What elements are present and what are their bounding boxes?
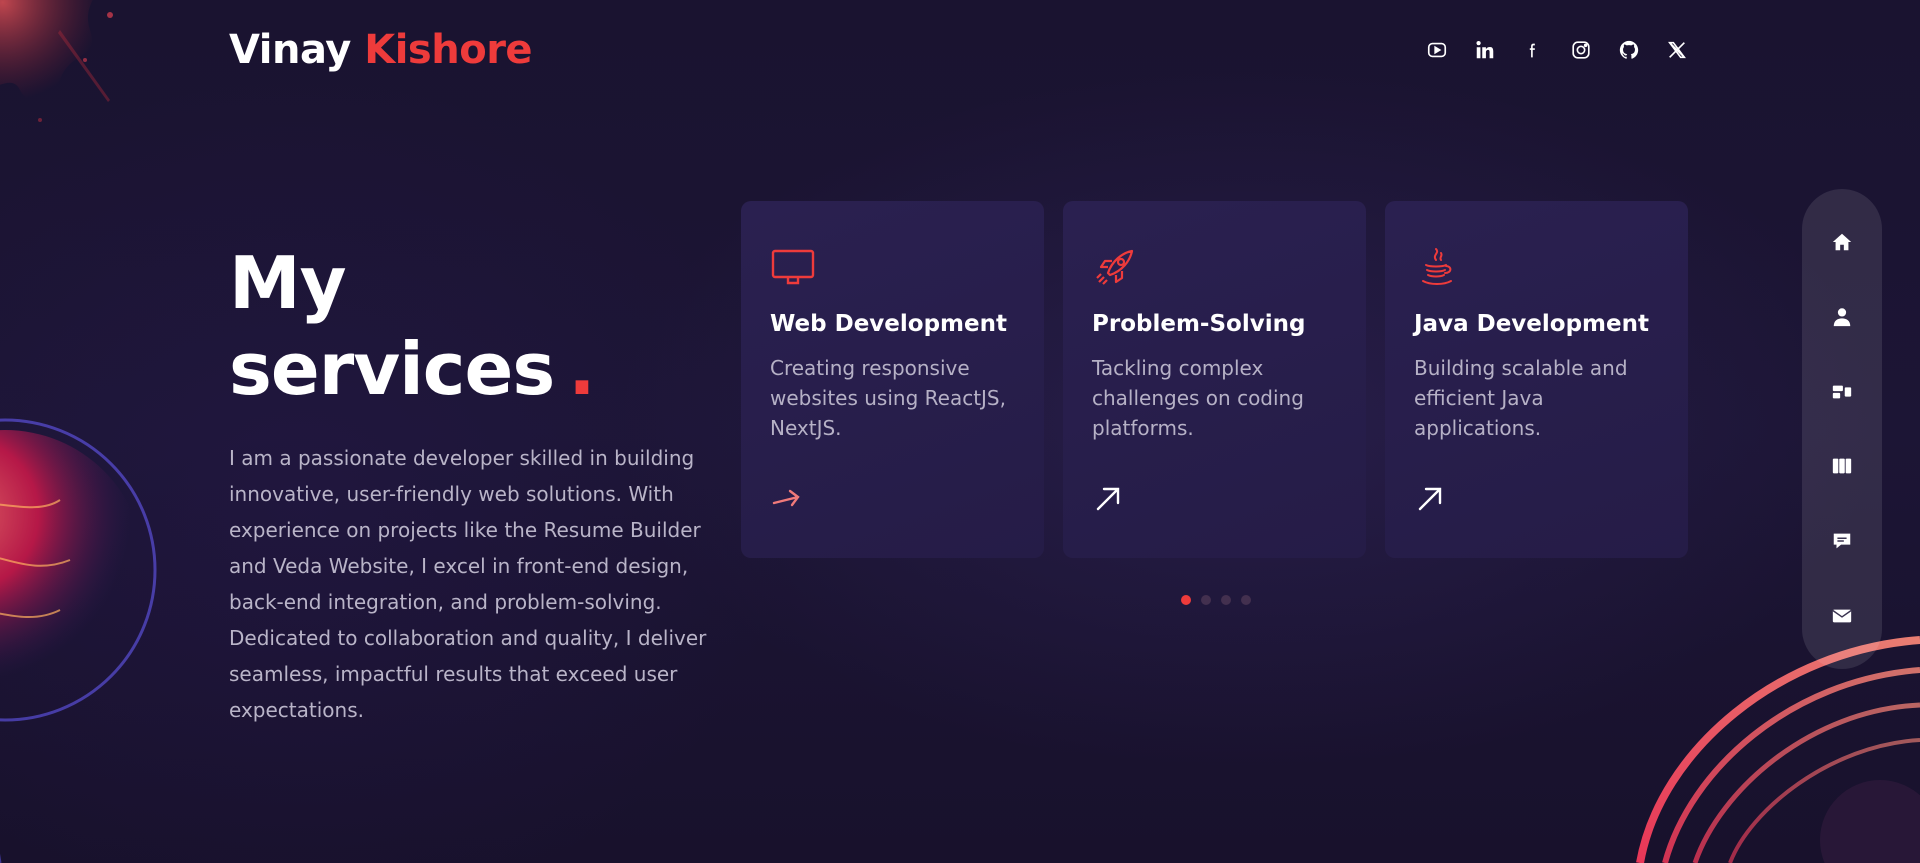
nav-projects[interactable] <box>1822 446 1862 486</box>
pagination-dot[interactable] <box>1201 595 1211 605</box>
chat-icon <box>1833 533 1851 549</box>
nav-services[interactable] <box>1822 372 1862 412</box>
service-description: Building scalable and efficient Java app… <box>1414 356 1628 440</box>
side-navigation <box>1802 189 1882 669</box>
logo-first-name: Vinay <box>229 27 351 73</box>
page: Vinay Kishore My services . I am a passi… <box>0 0 1920 863</box>
site-logo[interactable]: Vinay Kishore <box>229 27 533 73</box>
arrow-right-icon[interactable] <box>770 483 802 515</box>
pagination-dot[interactable] <box>1221 595 1231 605</box>
facebook-link[interactable] <box>1519 36 1547 64</box>
x-twitter-link[interactable] <box>1663 36 1691 64</box>
service-card-problem-solving[interactable]: Problem-Solving Tackling complex challen… <box>1063 201 1366 558</box>
nav-home[interactable] <box>1822 222 1862 262</box>
service-card-web-development[interactable]: Web Development Creating responsive webs… <box>741 201 1044 558</box>
swirl-decoration <box>1636 636 1920 863</box>
header: Vinay Kishore <box>229 24 1691 76</box>
facebook-icon <box>1529 43 1535 58</box>
arrow-up-right-icon[interactable] <box>1092 483 1124 515</box>
paint-splash-decoration <box>0 0 113 122</box>
service-title: Java Development <box>1414 311 1649 337</box>
services-carousel: Web Development Creating responsive webs… <box>741 201 1688 558</box>
mail-icon <box>1832 609 1852 623</box>
java-icon <box>1414 245 1460 291</box>
nav-contact[interactable] <box>1822 596 1862 636</box>
service-description: Tackling complex challenges on coding pl… <box>1092 356 1304 440</box>
title-dot: . <box>568 327 595 411</box>
pagination-dot[interactable] <box>1181 595 1191 605</box>
youtube-link[interactable] <box>1423 36 1451 64</box>
pagination-dot[interactable] <box>1241 595 1251 605</box>
youtube-icon <box>1427 42 1447 58</box>
nav-about[interactable] <box>1822 297 1862 337</box>
arrow-up-right-icon[interactable] <box>1414 483 1446 515</box>
nav-testimonials[interactable] <box>1822 521 1862 561</box>
social-links <box>1423 36 1691 64</box>
title-text: My services <box>229 241 555 411</box>
x-twitter-icon <box>1668 41 1686 59</box>
github-icon <box>1619 40 1639 59</box>
instagram-link[interactable] <box>1567 36 1595 64</box>
linkedin-icon <box>1476 41 1494 59</box>
service-title: Problem-Solving <box>1092 311 1306 337</box>
github-link[interactable] <box>1615 36 1643 64</box>
user-icon <box>1833 308 1851 327</box>
monitor-icon <box>770 245 816 291</box>
service-card-java-development[interactable]: Java Development Building scalable and e… <box>1385 201 1688 558</box>
home-icon <box>1832 234 1852 251</box>
services-icon <box>1832 385 1852 399</box>
carousel-pagination <box>1181 595 1251 605</box>
service-title: Web Development <box>770 311 1007 337</box>
instagram-icon <box>1572 41 1590 59</box>
services-intro: My services. I am a passionate developer… <box>229 240 709 728</box>
projects-icon <box>1832 458 1852 474</box>
brain-bulb-decoration <box>0 418 157 863</box>
rocket-icon <box>1092 245 1138 291</box>
linkedin-link[interactable] <box>1471 36 1499 64</box>
intro-description: I am a passionate developer skilled in b… <box>229 446 707 722</box>
logo-last-name: Kishore <box>364 27 533 73</box>
page-title: My services. <box>229 240 709 412</box>
service-description: Creating responsive websites using React… <box>770 356 1006 440</box>
